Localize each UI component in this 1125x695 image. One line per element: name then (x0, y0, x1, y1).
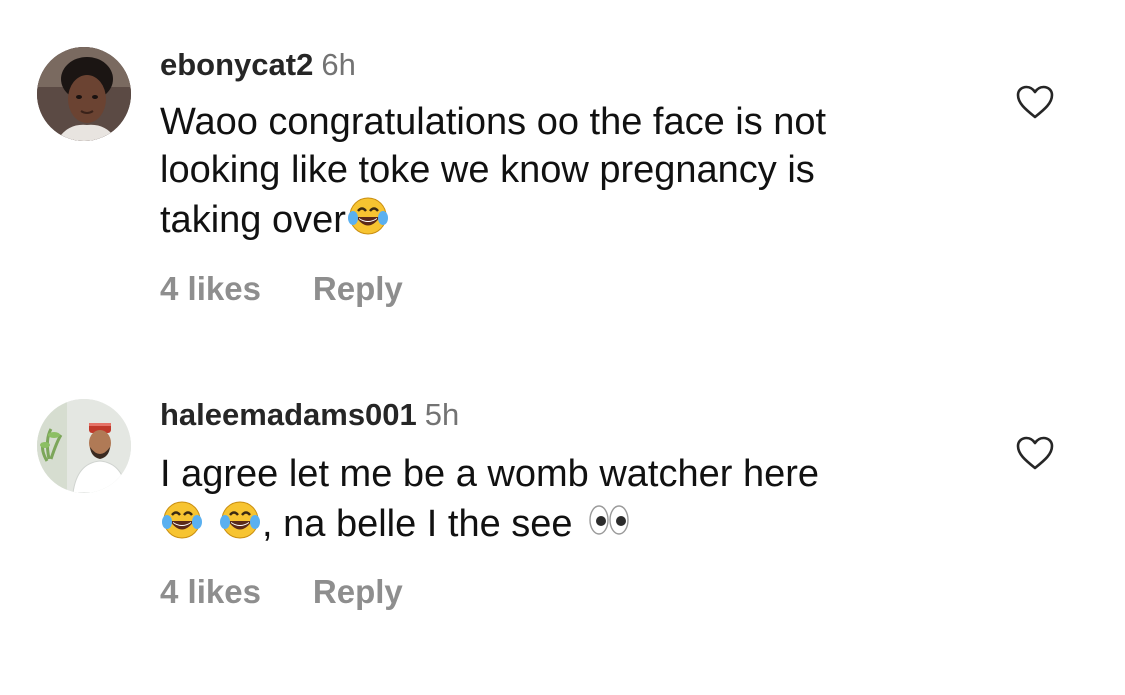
reply-button[interactable]: Reply (313, 270, 403, 308)
comment-text-line: Waoo congratulations oo the face is not (160, 101, 827, 143)
timestamp: 5h (424, 397, 460, 432)
comment-text-line: I agree let me be a womb watcher here (160, 453, 820, 495)
eyes-icon (588, 505, 629, 535)
comment-text-line: taking over (160, 194, 960, 244)
avatar[interactable] (37, 399, 131, 493)
comment-item: haleemadams001 5h I agree let me be a wom… (0, 340, 1125, 695)
timestamp: 6h (321, 47, 356, 82)
face-with-tears-of-joy-icon (220, 501, 260, 539)
avatar-photo (37, 399, 131, 493)
avatar[interactable] (37, 47, 131, 141)
comment-item: ebonycat2 6h Waoo congratulations oo the … (0, 0, 1125, 340)
heart-outline-icon[interactable] (1015, 84, 1055, 120)
comment-meta: ebonycat2 6h (160, 47, 356, 83)
comment-text-line: looking like toke we know pregnancy is (160, 149, 815, 191)
likes-count[interactable]: 4 likes (160, 270, 261, 308)
face-with-tears-of-joy-icon (162, 501, 202, 539)
face-with-tears-of-joy-icon (347, 197, 388, 235)
reply-button[interactable]: Reply (313, 573, 403, 611)
comment-meta: haleemadams001 5h (160, 397, 459, 433)
comment-text: I agree let me be a womb watcher here , … (160, 450, 960, 548)
likes-count[interactable]: 4 likes (160, 573, 261, 611)
comment-actions: 4 likes Reply (160, 573, 403, 611)
avatar-photo (37, 47, 131, 141)
comment-text-line: , na belle I the see (160, 498, 960, 548)
comment-text-segment: , na belle I the see (262, 503, 573, 545)
comment-text-segment: taking over (160, 199, 346, 241)
username[interactable]: ebonycat2 (160, 47, 313, 82)
comment-actions: 4 likes Reply (160, 270, 403, 308)
heart-outline-icon[interactable] (1015, 435, 1055, 471)
username[interactable]: haleemadams001 (160, 397, 417, 432)
comment-text: Waoo congratulations oo the face is not … (160, 98, 960, 244)
